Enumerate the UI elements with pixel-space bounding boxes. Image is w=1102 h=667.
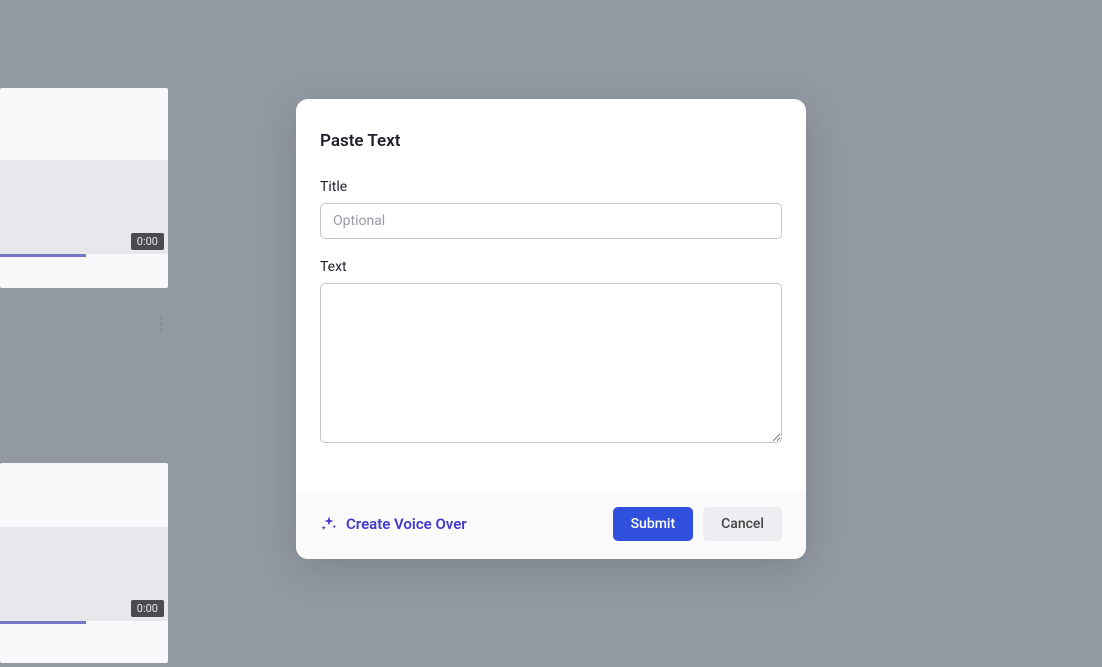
modal-body: Paste Text Title Text	[296, 99, 806, 491]
modal-overlay: Paste Text Title Text	[0, 0, 1102, 667]
text-label: Text	[320, 259, 782, 275]
sparkle-icon	[320, 515, 338, 533]
modal-footer: Create Voice Over Submit Cancel	[296, 491, 806, 559]
create-voice-over-link[interactable]: Create Voice Over	[320, 515, 467, 533]
paste-text-modal: Paste Text Title Text	[296, 99, 806, 559]
voice-over-label: Create Voice Over	[346, 515, 467, 533]
submit-button[interactable]: Submit	[613, 507, 694, 541]
modal-title: Paste Text	[320, 131, 782, 151]
title-input[interactable]	[320, 203, 782, 239]
cancel-button[interactable]: Cancel	[703, 507, 782, 541]
footer-buttons: Submit Cancel	[613, 507, 782, 541]
text-form-group: Text	[320, 259, 782, 447]
text-textarea[interactable]	[320, 283, 782, 443]
title-label: Title	[320, 179, 782, 195]
title-form-group: Title	[320, 179, 782, 239]
